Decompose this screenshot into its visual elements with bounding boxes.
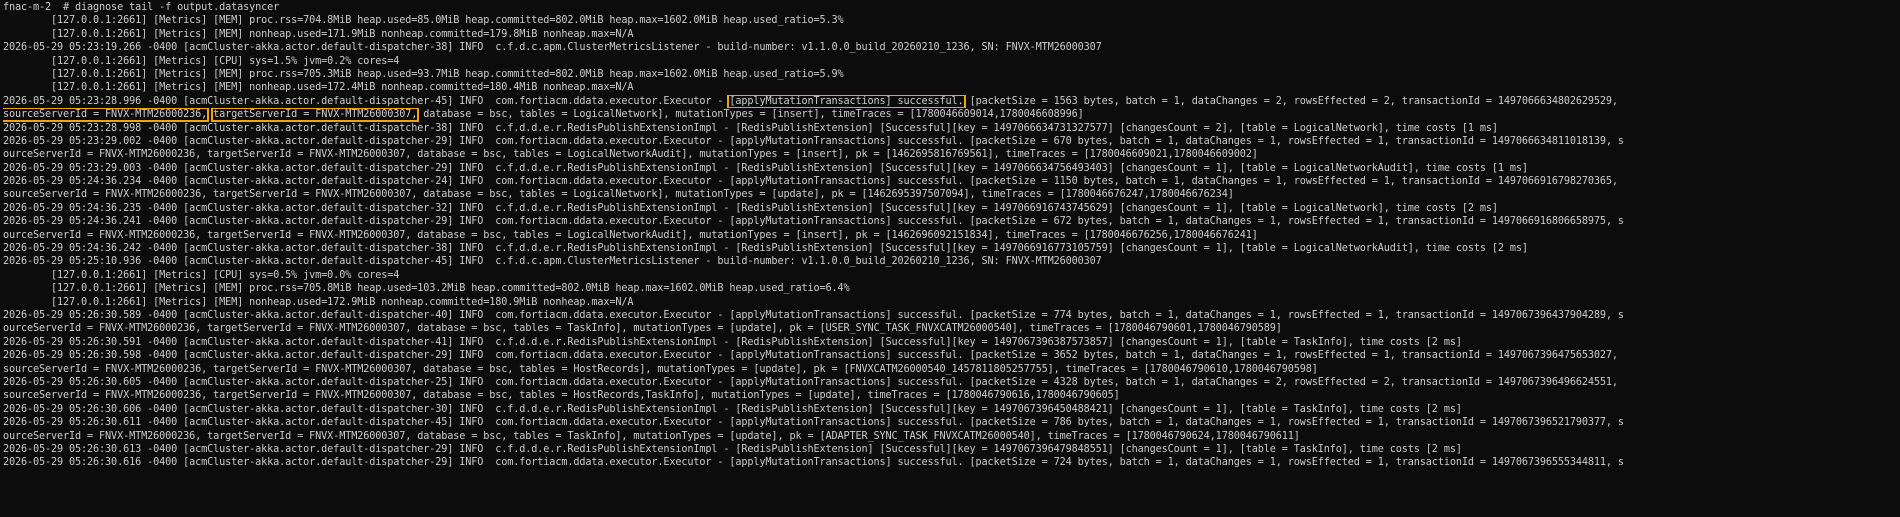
log-line: sourceServerId = FNVX-MTM26000236, targe… — [3, 363, 1318, 375]
log-block-top: [127.0.0.1:2661] [Metrics] [MEM] proc.rs… — [3, 14, 1900, 94]
log-line: 2026-05-29 05:26:30.598 -0400 [acmCluste… — [3, 350, 1618, 362]
log-line: 2026-05-29 05:23:29.002 -0400 [acmCluste… — [3, 135, 1624, 147]
highlight-target-server: targetServerId = FNVX-MTM26000307, — [211, 108, 420, 122]
log-line: 2026-05-29 05:24:36.235 -0400 [acmCluste… — [3, 202, 1498, 214]
highlight-apply-mutation: [applyMutationTransactions] successful. — [727, 94, 966, 109]
log-line: [127.0.0.1:2661] [Metrics] [MEM] nonheap… — [3, 296, 634, 308]
log-line: [127.0.0.1:2661] [Metrics] [MEM] proc.rs… — [3, 15, 844, 27]
log-line: sourceServerId = FNVX-MTM26000236, targe… — [3, 189, 1234, 201]
shell-prompt: fnac-m-2 # diagnose tail -f output.datas… — [3, 2, 280, 13]
log-line: 2026-05-29 05:26:30.591 -0400 [acmCluste… — [3, 336, 1462, 348]
log-line-highlighted: 2026-05-29 05:23:28.996 -0400 [acmCluste… — [3, 94, 1900, 109]
log-line-highlighted: sourceServerId = FNVX-MTM26000236, targe… — [3, 108, 1900, 122]
log-text: [packetSize = 1563 bytes, batch = 1, dat… — [963, 95, 1619, 107]
log-line: ourceServerId = FNVX-MTM26000236, target… — [3, 323, 1282, 335]
highlight-source-server: sourceServerId = FNVX-MTM26000236, — [3, 108, 210, 122]
log-line: 2026-05-29 05:25:10.936 -0400 [acmCluste… — [3, 256, 1102, 268]
log-line: 2026-05-29 05:26:30.613 -0400 [acmCluste… — [3, 443, 1462, 455]
log-line: 2026-05-29 05:26:30.589 -0400 [acmCluste… — [3, 309, 1624, 321]
log-line: sourceServerId = FNVX-MTM26000236, targe… — [3, 390, 1120, 402]
log-line: 2026-05-29 05:23:29.003 -0400 [acmCluste… — [3, 162, 1528, 174]
log-line: ourceServerId = FNVX-MTM26000236, target… — [3, 229, 1258, 241]
log-block-bottom: 2026-05-29 05:23:28.998 -0400 [acmCluste… — [3, 122, 1900, 470]
log-line: 2026-05-29 05:23:19.266 -0400 [acmCluste… — [3, 42, 1102, 54]
log-text: 2026-05-29 05:23:28.996 -0400 [acmCluste… — [3, 95, 730, 107]
terminal-window[interactable]: fnac-m-2 # diagnose tail -f output.datas… — [0, 0, 1900, 517]
log-line: 2026-05-29 05:24:36.234 -0400 [acmCluste… — [3, 176, 1618, 188]
log-line: [127.0.0.1:2661] [Metrics] [MEM] nonheap… — [3, 82, 634, 94]
log-line: ourceServerId = FNVX-MTM26000236, target… — [3, 149, 1258, 161]
log-line: 2026-05-29 05:26:30.605 -0400 [acmCluste… — [3, 376, 1618, 388]
log-line: 2026-05-29 05:24:36.241 -0400 [acmCluste… — [3, 216, 1624, 228]
log-line: [127.0.0.1:2661] [Metrics] [MEM] proc.rs… — [3, 283, 850, 295]
log-line: [127.0.0.1:2661] [Metrics] [CPU] sys=0.5… — [3, 269, 400, 281]
log-line: 2026-05-29 05:26:30.616 -0400 [acmCluste… — [3, 457, 1624, 469]
log-line: 2026-05-29 05:23:28.998 -0400 [acmCluste… — [3, 122, 1498, 134]
log-line: [127.0.0.1:2661] [Metrics] [MEM] proc.rs… — [3, 68, 844, 80]
log-text: database = bsc, tables = LogicalNetwork]… — [417, 109, 1084, 121]
log-line: ourceServerId = FNVX-MTM26000236, target… — [3, 430, 1300, 442]
log-line: [127.0.0.1:2661] [Metrics] [MEM] nonheap… — [3, 28, 634, 40]
log-line: 2026-05-29 05:26:30.606 -0400 [acmCluste… — [3, 403, 1462, 415]
log-line: 2026-05-29 05:26:30.611 -0400 [acmCluste… — [3, 417, 1624, 429]
log-line: [127.0.0.1:2661] [Metrics] [CPU] sys=1.5… — [3, 55, 400, 67]
log-line: 2026-05-29 05:24:36.242 -0400 [acmCluste… — [3, 243, 1528, 255]
